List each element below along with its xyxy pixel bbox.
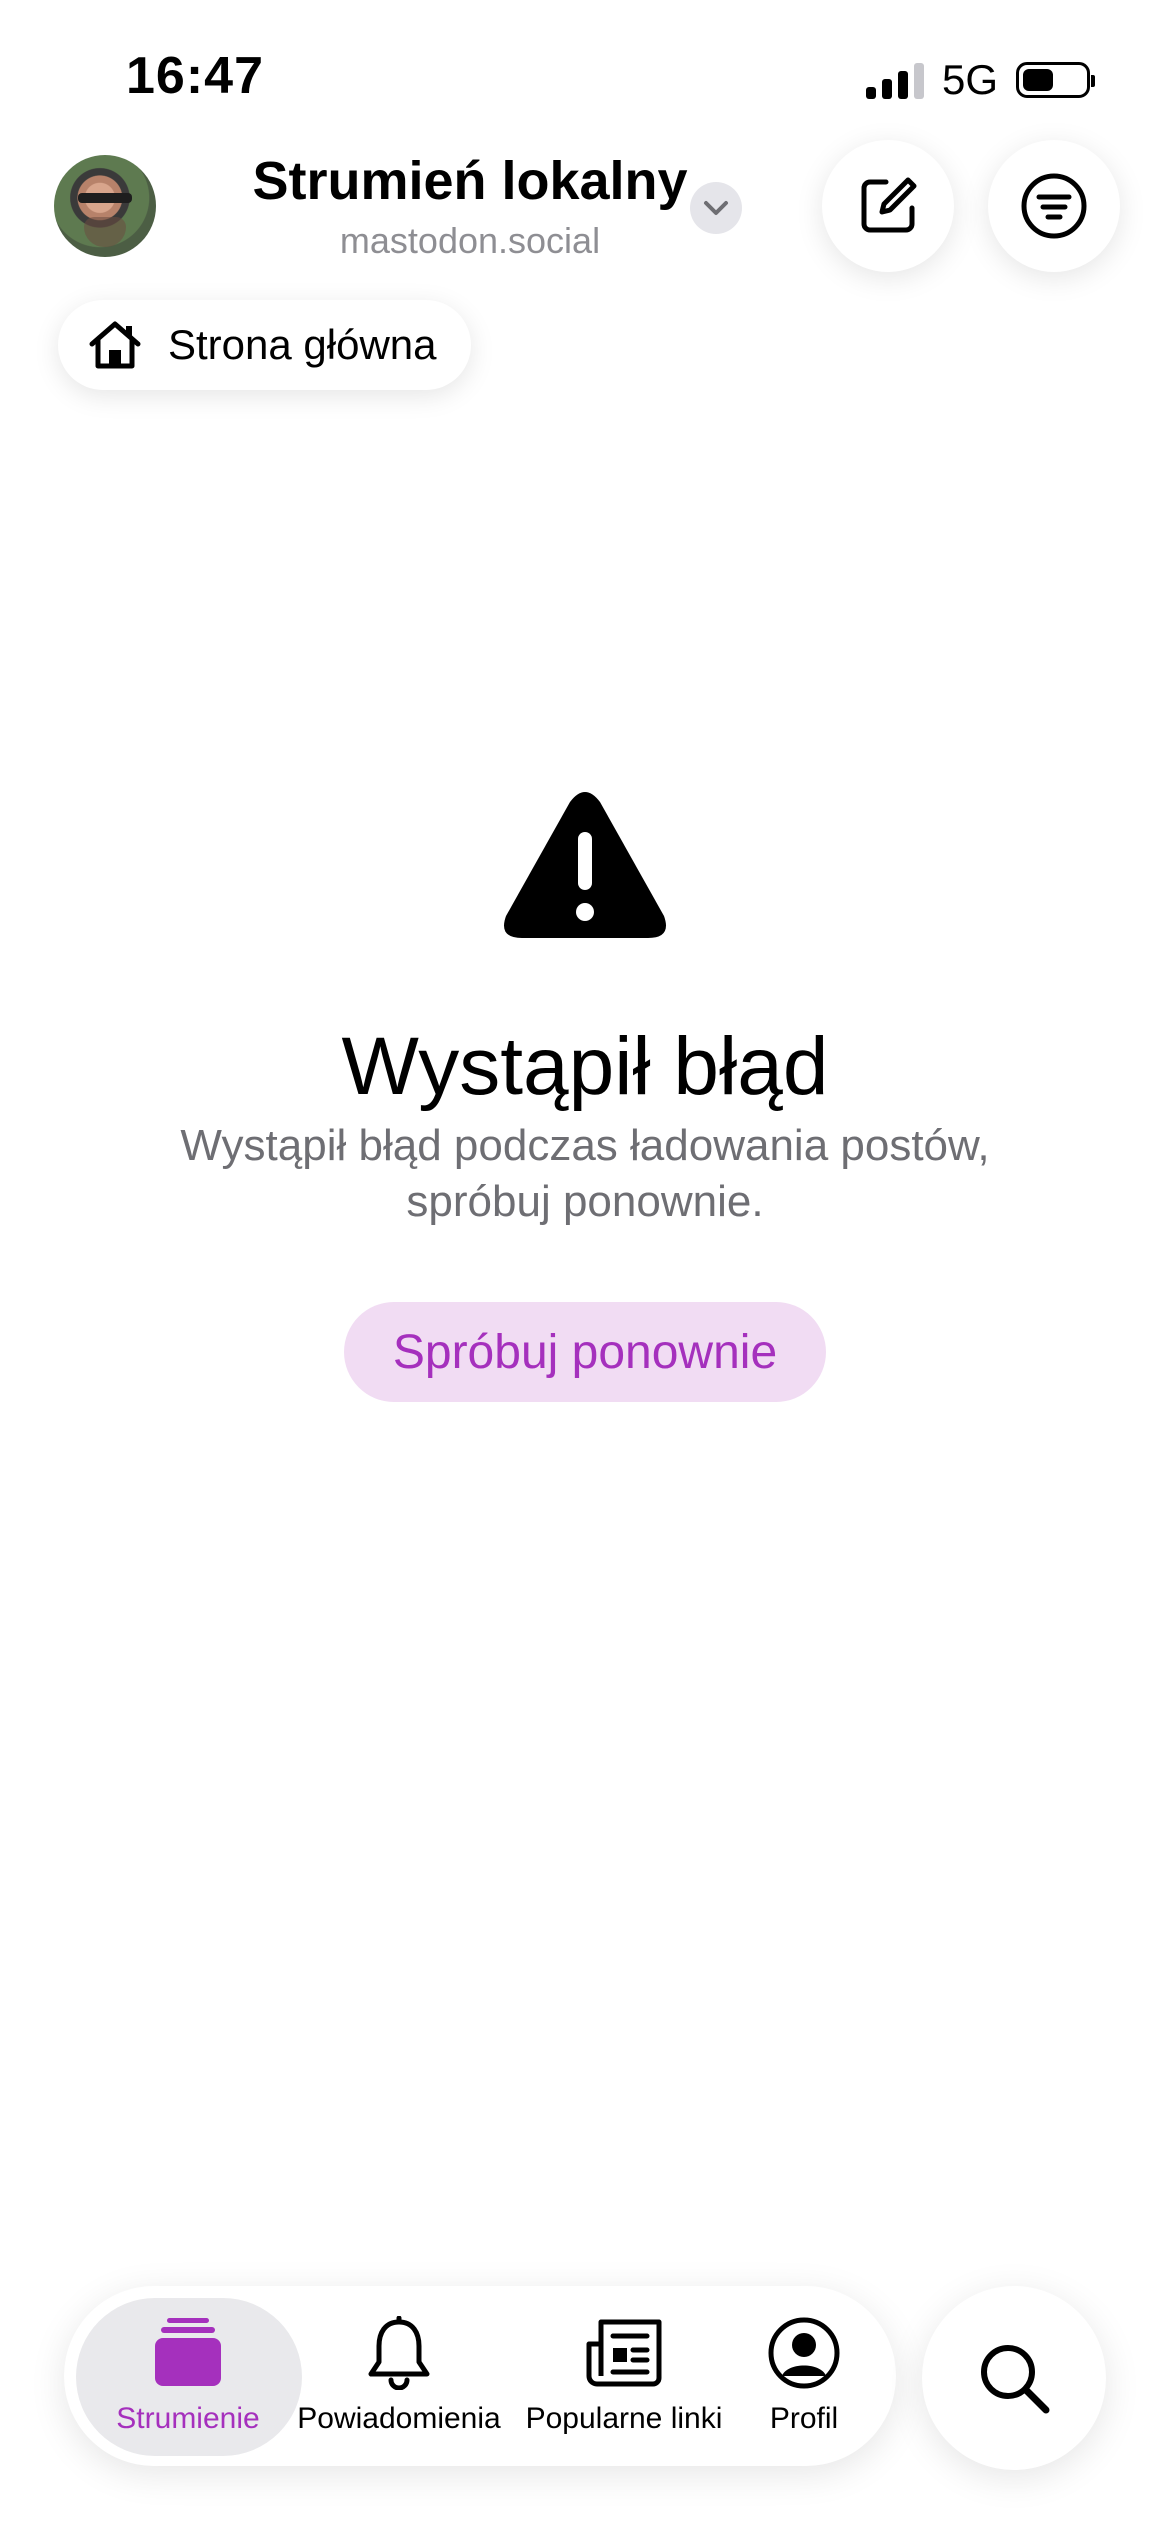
tab-notifications[interactable]: Powiadomienia	[284, 2286, 514, 2466]
tab-label: Strumienie	[116, 2402, 260, 2435]
home-icon	[89, 321, 141, 369]
tab-profile[interactable]: Profil	[744, 2286, 864, 2466]
bell-icon	[368, 2316, 430, 2390]
tab-timelines[interactable]: Strumienie	[108, 2286, 268, 2466]
signal-icon	[865, 61, 924, 99]
status-indicators: 5G	[865, 56, 1095, 104]
page-title: Strumień lokalny	[252, 151, 688, 211]
tab-label: Profil	[769, 2402, 839, 2435]
tab-bar: Strumienie Powiadomienia Popularne linki	[64, 2286, 896, 2466]
search-icon	[981, 2345, 1050, 2414]
filter-icon	[1021, 173, 1087, 239]
tab-trending-links[interactable]: Popularne linki	[504, 2286, 744, 2466]
newspaper-icon	[586, 2319, 662, 2387]
compose-button[interactable]	[822, 140, 954, 272]
avatar[interactable]	[54, 155, 156, 257]
search-button[interactable]	[922, 2286, 1106, 2470]
home-timeline-button[interactable]: Strona główna	[58, 300, 471, 390]
server-name: mastodon.social	[339, 220, 601, 261]
error-description: Wystąpił błąd podczas ładowania postów, …	[180, 1121, 990, 1226]
screen: 16:47 5G Strumień lokalny mastodon.socia…	[0, 0, 1170, 2532]
timelines-icon	[155, 2318, 221, 2386]
network-label: 5G	[941, 56, 998, 103]
profile-icon	[768, 2317, 840, 2389]
home-pill-label: Strona główna	[168, 321, 437, 368]
tab-label: Popularne linki	[525, 2402, 723, 2435]
error-title: Wystąpił błąd	[341, 1021, 829, 1112]
battery-icon	[1016, 62, 1095, 98]
compose-icon	[861, 177, 917, 233]
warning-icon	[504, 792, 666, 938]
retry-button[interactable]: Spróbuj ponownie	[344, 1302, 826, 1402]
status-time: 16:47	[126, 47, 264, 105]
timeline-switcher[interactable]: Strumień lokalny mastodon.social	[230, 150, 710, 262]
chevron-down-icon[interactable]	[690, 182, 742, 234]
filter-button[interactable]	[988, 140, 1120, 272]
tab-label: Powiadomienia	[297, 2402, 501, 2435]
